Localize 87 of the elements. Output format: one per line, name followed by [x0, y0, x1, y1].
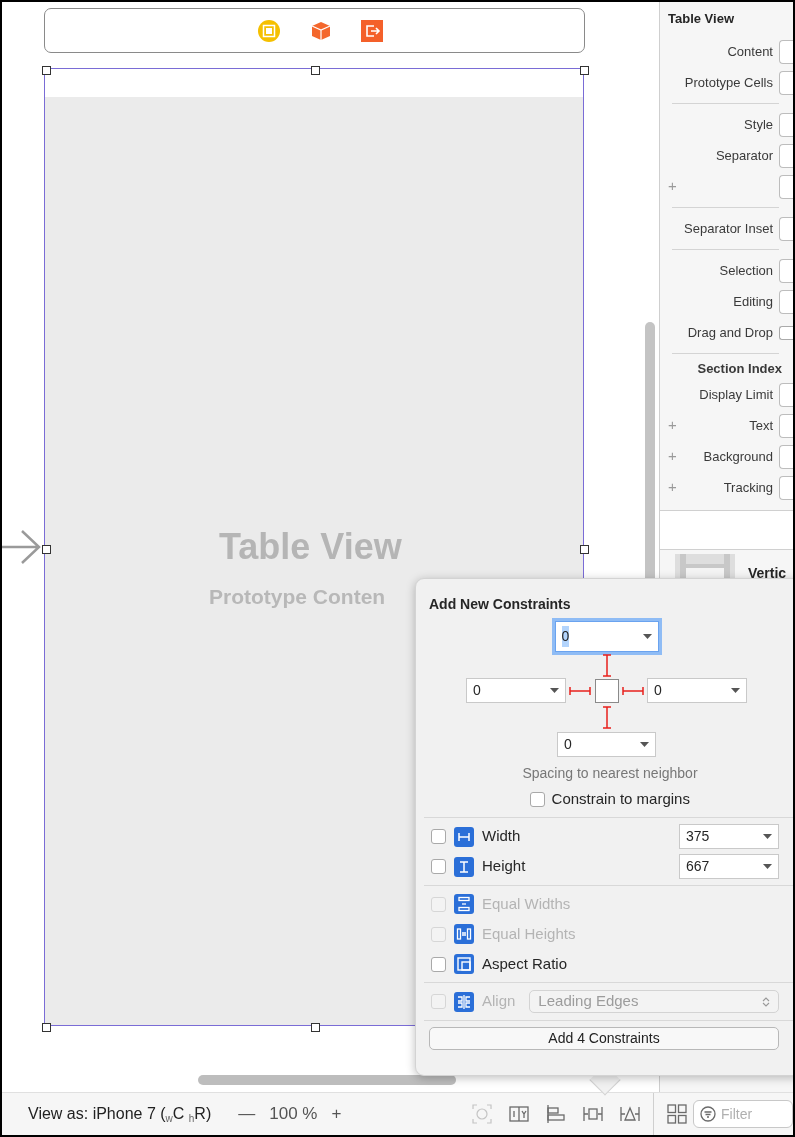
- add-constraints-button[interactable]: Add 4 Constraints: [429, 1027, 779, 1051]
- field-label: Separator: [715, 146, 773, 165]
- equal-widths-icon: [454, 894, 474, 914]
- resize-handle[interactable]: [580, 545, 589, 554]
- entry-arrow: [2, 529, 42, 565]
- resize-handle[interactable]: [311, 66, 320, 75]
- aspect-ratio-icon: [454, 954, 474, 974]
- value-field[interactable]: 375: [679, 824, 779, 849]
- section-title: Table View: [667, 10, 735, 28]
- strut-icon: [601, 706, 612, 729]
- field-label: Content: [727, 42, 773, 61]
- section-heading: Section Index: [697, 360, 782, 379]
- field-label: Text: [749, 416, 773, 435]
- library-item-title: Vertic: [748, 564, 787, 583]
- input-field[interactable]: [779, 216, 793, 241]
- checkbox[interactable]: [431, 956, 446, 972]
- field-label: Display Limit: [699, 385, 773, 404]
- strut-icon: [569, 685, 592, 696]
- field-label: Background: [703, 447, 773, 466]
- strut-icon: [601, 653, 612, 677]
- input-field[interactable]: [779, 475, 793, 500]
- field-label: Separator Inset: [684, 219, 773, 238]
- update-frames-icon[interactable]: [470, 1103, 493, 1125]
- input-field[interactable]: [779, 444, 793, 469]
- input-field[interactable]: [779, 174, 793, 199]
- zoom-out-button[interactable]: —: [238, 1101, 256, 1127]
- scrollbar[interactable]: [198, 1075, 456, 1085]
- filter-field[interactable]: Filter: [693, 1100, 793, 1128]
- view-controller-icon[interactable]: [256, 18, 281, 43]
- view-as-button[interactable]: View as: iPhone 7 ($_{w}$C $_{h}$R): [28, 1102, 212, 1126]
- resize-handle[interactable]: [311, 1023, 320, 1032]
- caret-icon: [640, 742, 649, 747]
- checkbox-label: Constrain to margins: [551, 788, 690, 809]
- option-label: Align: [482, 991, 516, 1012]
- field-label: Style: [744, 115, 773, 134]
- height-icon: [454, 856, 474, 877]
- option-label: Aspect Ratio: [482, 953, 568, 974]
- input-field[interactable]: [779, 413, 793, 438]
- input-field[interactable]: [779, 70, 793, 95]
- input-field[interactable]: [779, 143, 793, 168]
- option-label: Height: [482, 856, 526, 877]
- field-label: Drag and Drop: [687, 323, 773, 342]
- field-label: Prototype Cells: [684, 73, 773, 92]
- input-field[interactable]: [779, 39, 793, 64]
- strut-icon: [621, 685, 644, 696]
- align-icon: [454, 991, 474, 1012]
- hint-text: Spacing to nearest neighbor: [521, 764, 699, 783]
- resize-handle[interactable]: [42, 545, 51, 554]
- checkbox[interactable]: [431, 829, 446, 844]
- align-icon[interactable]: [544, 1103, 567, 1125]
- field-label: Selection: [719, 261, 773, 280]
- checkbox[interactable]: [431, 859, 446, 874]
- input-field[interactable]: [779, 258, 793, 283]
- caret-icon: [763, 834, 772, 839]
- spacing-field[interactable]: 0: [557, 732, 656, 757]
- zoom-level: 100 %: [269, 1103, 318, 1126]
- view-square: [594, 678, 619, 703]
- option-label: Equal Heights: [482, 923, 576, 944]
- stack-icon[interactable]: [507, 1103, 530, 1125]
- resize-handle[interactable]: [42, 1023, 51, 1032]
- input-field[interactable]: [779, 289, 793, 314]
- equal-heights-icon: [454, 924, 474, 944]
- checkbox[interactable]: [530, 791, 546, 807]
- width-icon: [454, 826, 474, 847]
- caret-icon: [763, 864, 772, 869]
- filter-icon: [700, 1106, 716, 1122]
- exit-icon[interactable]: [360, 19, 383, 42]
- spacing-field[interactable]: 0: [554, 621, 659, 652]
- value-field[interactable]: 667: [679, 854, 779, 879]
- field-label: Editing: [733, 292, 773, 311]
- option-label: Equal Widths: [482, 893, 571, 914]
- caret-icon: [731, 688, 740, 693]
- spacing-field[interactable]: 0: [466, 678, 566, 703]
- caret-icon: [550, 688, 559, 693]
- resize-handle[interactable]: [580, 66, 589, 75]
- checkbox[interactable]: [779, 325, 793, 340]
- caret-icon: [642, 634, 652, 639]
- input-field[interactable]: [779, 382, 793, 407]
- option-label: Width: [482, 826, 521, 847]
- field-label: Tracking: [723, 478, 773, 497]
- stepper-icon: [762, 995, 770, 1008]
- grid-icon[interactable]: [666, 1104, 687, 1124]
- spacing-field[interactable]: 0: [647, 678, 747, 703]
- input-field[interactable]: [779, 112, 793, 137]
- popover-title: Add New Constraints: [429, 595, 572, 614]
- zoom-in-button[interactable]: +: [331, 1101, 342, 1127]
- resize-handle[interactable]: [42, 66, 51, 75]
